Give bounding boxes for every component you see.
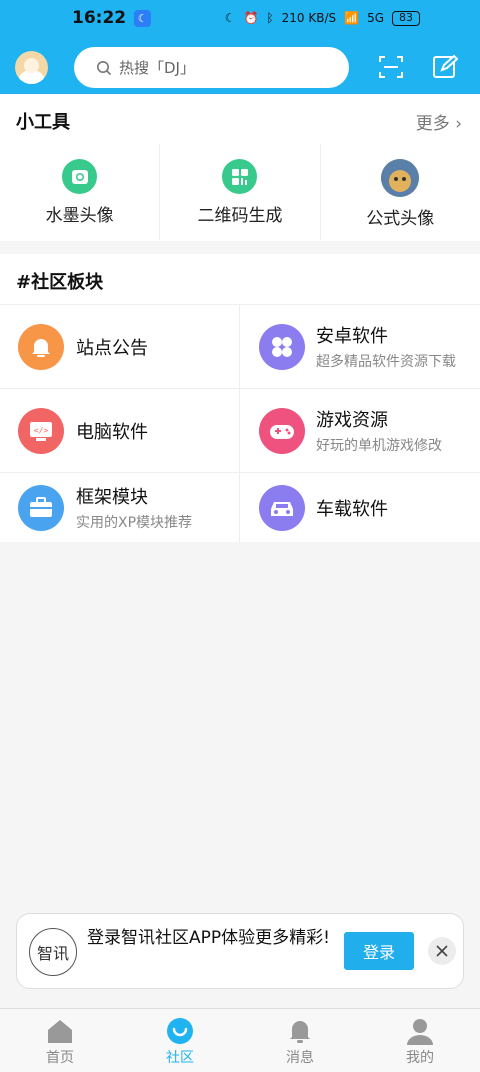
- search-icon: [97, 60, 112, 75]
- app-logo: 智讯: [29, 928, 77, 976]
- board-subtitle: 好玩的单机游戏修改: [316, 438, 442, 454]
- community-icon: [167, 1018, 193, 1044]
- board-title: 站点公告: [76, 337, 148, 359]
- camera-icon: [62, 159, 98, 194]
- bottom-tab-bar: 首页 社区 消息 我的: [0, 1008, 480, 1072]
- tool-label: 二维码生成: [197, 206, 283, 226]
- tool-qrcode-generator[interactable]: 二维码生成: [160, 144, 321, 240]
- login-message: 登录智讯社区APP体验更多精彩!: [87, 928, 330, 948]
- login-button[interactable]: 登录: [344, 932, 414, 970]
- board-subtitle: 实用的XP模块推荐: [76, 515, 193, 531]
- car-icon: [259, 484, 305, 531]
- wifi-icon: 📶: [344, 11, 360, 25]
- board-subtitle: 超多精品软件资源下载: [316, 354, 456, 370]
- header: 热搜「DJ」: [0, 36, 480, 94]
- board-title: 电脑软件: [76, 421, 148, 443]
- community-grid: 站点公告 安卓软件 超多精品软件资源下载 </> 电脑软件 游戏资源 好玩的单机…: [0, 304, 480, 542]
- board-android-software[interactable]: 安卓软件 超多精品软件资源下载: [240, 304, 480, 388]
- status-bar: 16:22 ☾ ☾ ⏰ ᛒ 210 KB/S 📶 5G 83: [0, 0, 480, 36]
- bluetooth-icon: ᛒ: [266, 11, 274, 25]
- tab-label: 消息: [286, 1050, 314, 1066]
- svg-text:</>: </>: [34, 426, 49, 435]
- status-icons: ☾ ⏰ ᛒ 210 KB/S 📶 5G 83: [224, 10, 420, 26]
- search-bar[interactable]: 热搜「DJ」: [74, 47, 349, 88]
- search-placeholder: 热搜「DJ」: [119, 59, 195, 77]
- user-avatar[interactable]: [15, 51, 48, 84]
- qrcode-icon: [222, 159, 258, 194]
- gamepad-icon: [259, 407, 305, 454]
- board-framework-modules[interactable]: 框架模块 实用的XP模块推荐: [0, 472, 240, 542]
- tool-formula-avatar[interactable]: 公式头像: [321, 144, 480, 240]
- tab-messages[interactable]: 消息: [240, 1009, 360, 1072]
- bell-icon: [18, 323, 64, 370]
- community-title: #社区板块: [16, 272, 104, 293]
- tab-label: 社区: [166, 1050, 194, 1066]
- bell-icon: [290, 1021, 310, 1043]
- tool-label: 水墨头像: [45, 206, 114, 226]
- battery-indicator: 83: [392, 10, 420, 26]
- board-title: 安卓软件: [316, 326, 388, 347]
- more-label: 更多: [415, 114, 450, 134]
- board-title: 车载软件: [316, 498, 388, 520]
- alarm-icon: ⏰: [243, 11, 259, 25]
- tab-label: 我的: [406, 1050, 434, 1066]
- tool-label: 公式头像: [366, 209, 435, 229]
- user-icon: [407, 1019, 433, 1045]
- tab-home[interactable]: 首页: [0, 1009, 120, 1072]
- signal-label: 5G: [367, 11, 384, 25]
- edit-icon[interactable]: [432, 54, 458, 80]
- scan-icon[interactable]: [378, 54, 404, 80]
- board-pc-software[interactable]: </> 电脑软件: [0, 388, 240, 472]
- formula-avatar-image: [381, 159, 420, 197]
- monitor-code-icon: </>: [18, 407, 64, 454]
- net-speed: 210 KB/S: [281, 11, 337, 25]
- tools-section: 小工具 更多 › 水墨头像 二维码生成 公式头像: [0, 94, 480, 241]
- tools-title: 小工具: [16, 112, 70, 133]
- app-notification-icon: ☾: [134, 9, 152, 27]
- tab-community[interactable]: 社区: [120, 1009, 240, 1072]
- tool-ink-avatar[interactable]: 水墨头像: [0, 144, 161, 240]
- tab-profile[interactable]: 我的: [360, 1009, 480, 1072]
- close-icon: [436, 945, 448, 957]
- moon-icon: ☾: [224, 11, 236, 25]
- home-icon: [48, 1020, 72, 1043]
- close-button[interactable]: [428, 937, 456, 965]
- board-car-software[interactable]: 车载软件: [240, 472, 480, 542]
- community-section: #社区板块 站点公告 安卓软件 超多精品软件资源下载 </> 电脑软件 游戏资源…: [0, 254, 480, 542]
- status-time: 16:22: [72, 8, 127, 28]
- more-link[interactable]: 更多 ›: [416, 109, 462, 134]
- apps-icon: [259, 323, 305, 370]
- board-title: 框架模块: [76, 487, 148, 508]
- toolbox-icon: [18, 484, 64, 531]
- login-prompt-card: 智讯 登录智讯社区APP体验更多精彩! 登录: [16, 913, 464, 989]
- chevron-right-icon: ›: [455, 114, 462, 134]
- tab-label: 首页: [46, 1050, 74, 1066]
- board-game-resources[interactable]: 游戏资源 好玩的单机游戏修改: [240, 388, 480, 472]
- board-title: 游戏资源: [316, 410, 388, 431]
- board-announcement[interactable]: 站点公告: [0, 304, 240, 388]
- tools-row: 水墨头像 二维码生成 公式头像: [0, 144, 480, 240]
